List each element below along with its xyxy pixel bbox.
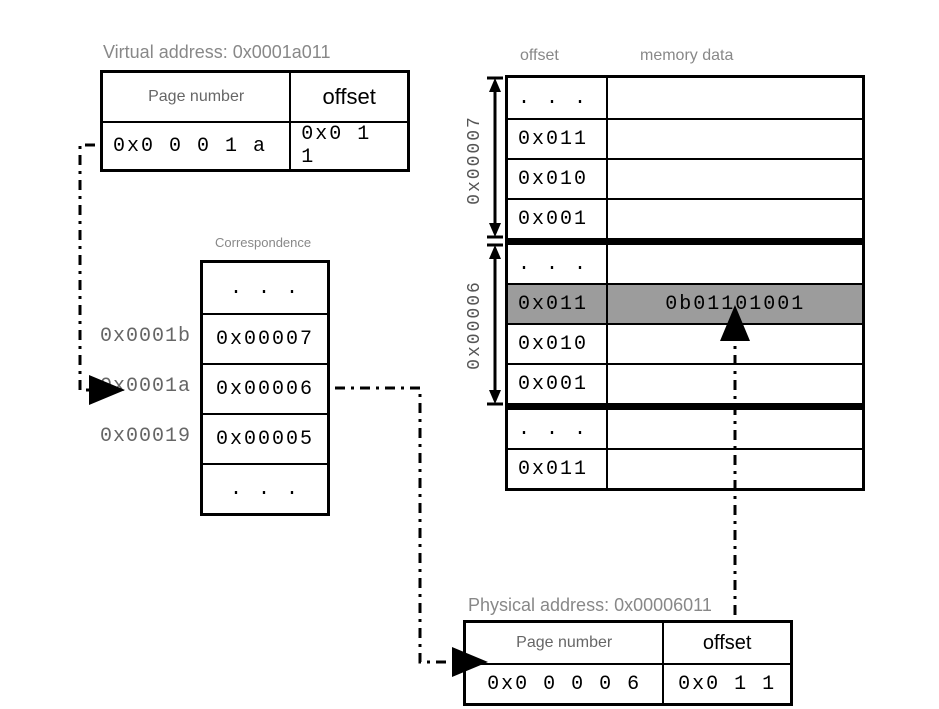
mem-f7-r1-off: 0x011 [508, 118, 606, 158]
va-offset-value: 0x0 1 1 [289, 121, 407, 169]
mem-f6-r3-off: 0x001 [508, 363, 606, 403]
page-table-title: Correspondence [215, 235, 311, 250]
page-table-vpage-0: 0x0001b [100, 325, 191, 348]
mem-f7-r0-data [606, 78, 862, 118]
page-table-frame-2: 0x00005 [203, 413, 327, 463]
page-table-frame-1: 0x00006 [203, 363, 327, 413]
virtual-address-title: Virtual address: 0x0001a011 [103, 42, 331, 63]
mem-below-r1-off: 0x011 [508, 448, 606, 488]
mem-f7-r2-data [606, 158, 862, 198]
page-table-ellipsis-bottom: . . . [203, 463, 327, 513]
mem-f6-r1-data: 0b01101001 [606, 283, 862, 323]
mem-below-r0-off: . . . [508, 408, 606, 448]
arrow-va-to-pagetable [80, 145, 95, 390]
pa-page-number-header: Page number [466, 623, 662, 663]
mem-f7-r2-off: 0x010 [508, 158, 606, 198]
va-page-number-value: 0x0 0 0 1 a [103, 121, 289, 169]
physical-address-table: Page number offset 0x0 0 0 0 6 0x0 1 1 [463, 620, 793, 706]
mem-f7-r3-off: 0x001 [508, 198, 606, 238]
memory-table: . . . 0x011 0x010 0x001 . . . 0x0110b011… [505, 75, 865, 491]
mem-f6-r1-off: 0x011 [508, 283, 606, 323]
virtual-address-table: Page number offset 0x0 0 0 1 a 0x0 1 1 [100, 70, 410, 172]
page-table-vpage-2: 0x00019 [100, 425, 191, 448]
memory-offset-header: offset [520, 47, 559, 65]
page-table: . . . 0x00007 0x00006 0x00005 . . . [200, 260, 330, 516]
pa-offset-value: 0x0 1 1 [662, 663, 790, 703]
va-page-number-header: Page number [103, 73, 289, 121]
va-offset-header: offset [289, 73, 407, 121]
mem-f7-r1-data [606, 118, 862, 158]
mem-f6-r0-off: . . . [508, 243, 606, 283]
mem-f6-r3-data [606, 363, 862, 403]
pa-page-number-value: 0x0 0 0 0 6 [466, 663, 662, 703]
pa-offset-header: offset [662, 623, 790, 663]
mem-f6-r2-off: 0x010 [508, 323, 606, 363]
page-table-frame-0: 0x00007 [203, 313, 327, 363]
page-table-ellipsis-top: . . . [203, 263, 327, 313]
mem-f6-r2-data [606, 323, 862, 363]
mem-f6-r0-data [606, 243, 862, 283]
mem-below-r1-data [606, 448, 862, 488]
frame-label-7: 0x00007 [465, 115, 485, 205]
mem-f7-r0-off: . . . [508, 78, 606, 118]
mem-below-r0-data [606, 408, 862, 448]
physical-address-title: Physical address: 0x00006011 [468, 595, 712, 616]
arrow-pagetable-to-pa [335, 388, 458, 662]
mem-f7-r3-data [606, 198, 862, 238]
frame-label-6: 0x00006 [465, 280, 485, 370]
memory-data-header: memory data [640, 47, 733, 65]
page-table-vpage-1: 0x0001a [100, 375, 191, 398]
